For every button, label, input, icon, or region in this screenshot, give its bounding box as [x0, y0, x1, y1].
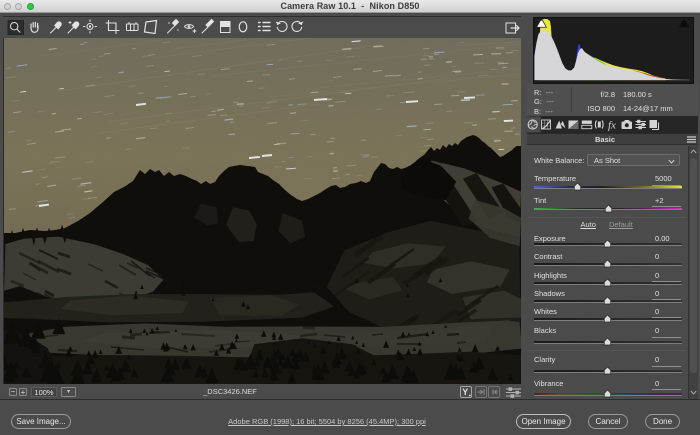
svg-text:fx: fx — [608, 120, 616, 132]
svg-text:Y: Y — [462, 387, 468, 397]
